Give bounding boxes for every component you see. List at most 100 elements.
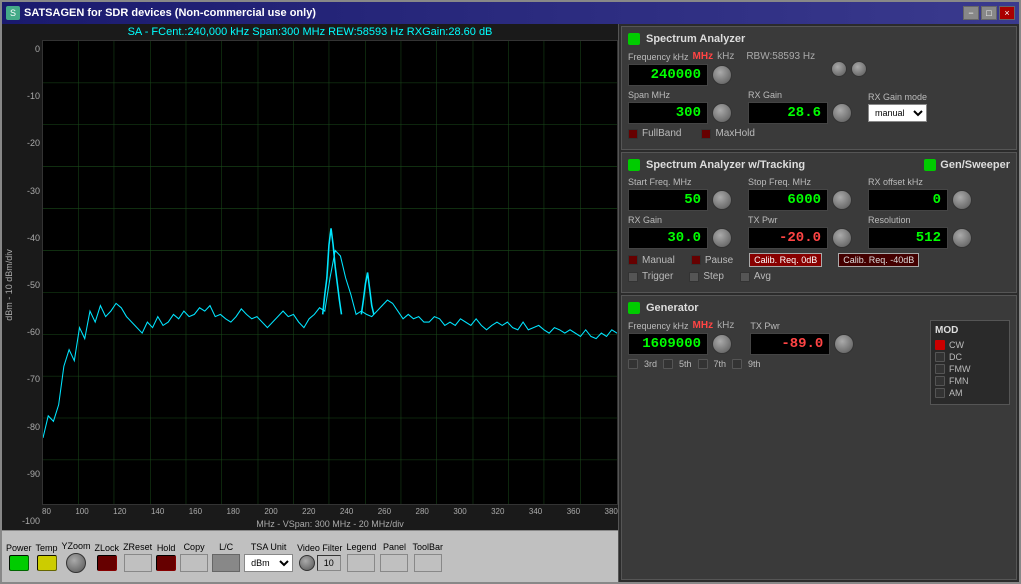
x-240: 240 xyxy=(340,507,353,516)
legend-group: Legend xyxy=(346,542,376,572)
sa-rxgain-value[interactable]: 28.6 xyxy=(748,102,828,124)
copy-button[interactable] xyxy=(180,554,208,572)
video-knob[interactable] xyxy=(299,555,315,571)
sat-res-knob[interactable] xyxy=(952,228,972,248)
gen-freq-knob[interactable] xyxy=(712,334,732,354)
spectrum-chart[interactable] xyxy=(42,40,618,505)
sat-manual-led[interactable] xyxy=(628,255,638,265)
sa-check-row: FullBand MaxHold xyxy=(628,128,1010,139)
gen-txpwr-knob[interactable] xyxy=(834,334,854,354)
sat-start-value[interactable]: 50 xyxy=(628,189,708,211)
sa-led[interactable] xyxy=(628,33,640,45)
sat-offset-value[interactable]: 0 xyxy=(868,189,948,211)
close-button[interactable]: × xyxy=(999,6,1015,20)
harmonic-3rd-label: 3rd xyxy=(644,359,657,369)
sat-header: Spectrum Analyzer w/Tracking Gen/Sweeper xyxy=(628,159,1010,171)
sat-step-label: Step xyxy=(703,271,724,282)
mod-dc-led[interactable] xyxy=(935,352,945,362)
mod-fmn-led[interactable] xyxy=(935,376,945,386)
sa-fullband-led[interactable] xyxy=(628,129,638,139)
zreset-button[interactable] xyxy=(124,554,152,572)
sa-rxgain-label: RX Gain xyxy=(748,90,852,100)
x-axis: 80 100 120 140 160 180 200 220 240 260 2… xyxy=(42,505,618,518)
copy-group: Copy xyxy=(180,542,208,572)
sa-freq-knob[interactable] xyxy=(712,65,732,85)
sat-trigger-led[interactable] xyxy=(628,272,638,282)
sat-controls-row2: Trigger Step Avg xyxy=(628,271,1010,282)
gen-freq-value[interactable]: 1609000 xyxy=(628,333,708,355)
x-280: 280 xyxy=(416,507,429,516)
y-axis-label: dBm - 10 dBm/div xyxy=(4,249,14,321)
sa-freq-control: 240000 xyxy=(628,64,815,86)
sa-rxgainmode-group: RX Gain mode manual auto xyxy=(868,92,927,122)
mod-dc-row: DC xyxy=(935,352,1005,362)
sat-rxgain-value[interactable]: 30.0 xyxy=(628,227,708,249)
sat-txpwr-value[interactable]: -20.0 xyxy=(748,227,828,249)
sa-rbw-knob1[interactable] xyxy=(831,61,847,77)
tsa-dropdown[interactable]: dBm dBuV xyxy=(244,554,293,572)
sa-span-label: Span MHz xyxy=(628,90,732,100)
legend-label: Legend xyxy=(346,542,376,552)
minimize-button[interactable]: − xyxy=(963,6,979,20)
sa-rxgainmode-dropdown[interactable]: manual auto xyxy=(868,104,927,122)
sat-pause-led[interactable] xyxy=(691,255,701,265)
sat-rxgain-knob[interactable] xyxy=(712,228,732,248)
toolbar-button[interactable] xyxy=(414,554,442,572)
mod-cw-led[interactable] xyxy=(935,340,945,350)
sat-trigger-row: Trigger xyxy=(628,271,673,282)
video-value-input[interactable] xyxy=(317,555,341,571)
sat-stop-knob[interactable] xyxy=(832,190,852,210)
sat-stop-value[interactable]: 6000 xyxy=(748,189,828,211)
sat-start-knob[interactable] xyxy=(712,190,732,210)
maximize-button[interactable]: □ xyxy=(981,6,997,20)
zreset-label: ZReset xyxy=(123,542,152,552)
sa-rxgain-knob[interactable] xyxy=(832,103,852,123)
lc-button[interactable] xyxy=(212,554,240,572)
mod-fmn-row: FMN xyxy=(935,376,1005,386)
sat-led[interactable] xyxy=(628,159,640,171)
sa-freq-value[interactable]: 240000 xyxy=(628,64,708,86)
sat-avg-led[interactable] xyxy=(740,272,750,282)
y-label-50: -50 xyxy=(27,280,40,290)
mod-am-row: AM xyxy=(935,388,1005,398)
yzoom-knob[interactable] xyxy=(66,553,86,573)
temp-led[interactable] xyxy=(37,555,57,571)
spectrum-area: 0 -10 -20 -30 -40 -50 -60 -70 -80 -90 -1… xyxy=(2,40,618,530)
gen-txpwr-value[interactable]: -89.0 xyxy=(750,333,830,355)
harmonic-7th-led[interactable] xyxy=(698,359,708,369)
panel-group: Panel xyxy=(380,542,408,572)
mod-am-led[interactable] xyxy=(935,388,945,398)
video-controls xyxy=(299,555,341,571)
calib-req-0db-button[interactable]: Calib. Req. 0dB xyxy=(749,253,822,267)
sa-freq-label: Frequency kHz xyxy=(628,52,689,62)
gen-main: Frequency kHz MHz kHz 1609000 xyxy=(628,320,922,405)
sa-rbw-knob2[interactable] xyxy=(851,61,867,77)
mod-fmw-led[interactable] xyxy=(935,364,945,374)
legend-button[interactable] xyxy=(347,554,375,572)
sat-step-led[interactable] xyxy=(689,272,699,282)
harmonic-5th-led[interactable] xyxy=(663,359,673,369)
hold-btn[interactable] xyxy=(156,555,176,571)
sa-span-value[interactable]: 300 xyxy=(628,102,708,124)
sat-offset-knob[interactable] xyxy=(952,190,972,210)
x-340: 340 xyxy=(529,507,542,516)
window-controls[interactable]: − □ × xyxy=(963,6,1015,20)
sat-step-row: Step xyxy=(689,271,724,282)
harmonic-9th-led[interactable] xyxy=(732,359,742,369)
sa-maxhold-led[interactable] xyxy=(701,129,711,139)
zlock-btn[interactable] xyxy=(97,555,117,571)
panel-button[interactable] xyxy=(380,554,408,572)
mod-fmw-row: FMW xyxy=(935,364,1005,374)
sat-gen-led[interactable] xyxy=(924,159,936,171)
gen-freq-khz: kHz xyxy=(717,320,734,331)
sat-txpwr-knob[interactable] xyxy=(832,228,852,248)
power-led[interactable] xyxy=(9,555,29,571)
gen-led[interactable] xyxy=(628,302,640,314)
sat-controls-row: Manual Pause Calib. Req. 0dB Calib. Req.… xyxy=(628,253,1010,267)
sat-res-value[interactable]: 512 xyxy=(868,227,948,249)
x-300: 300 xyxy=(453,507,466,516)
harmonic-3rd-led[interactable] xyxy=(628,359,638,369)
x-320: 320 xyxy=(491,507,504,516)
sa-span-knob[interactable] xyxy=(712,103,732,123)
calib-req-40db-button[interactable]: Calib. Req. -40dB xyxy=(838,253,919,267)
